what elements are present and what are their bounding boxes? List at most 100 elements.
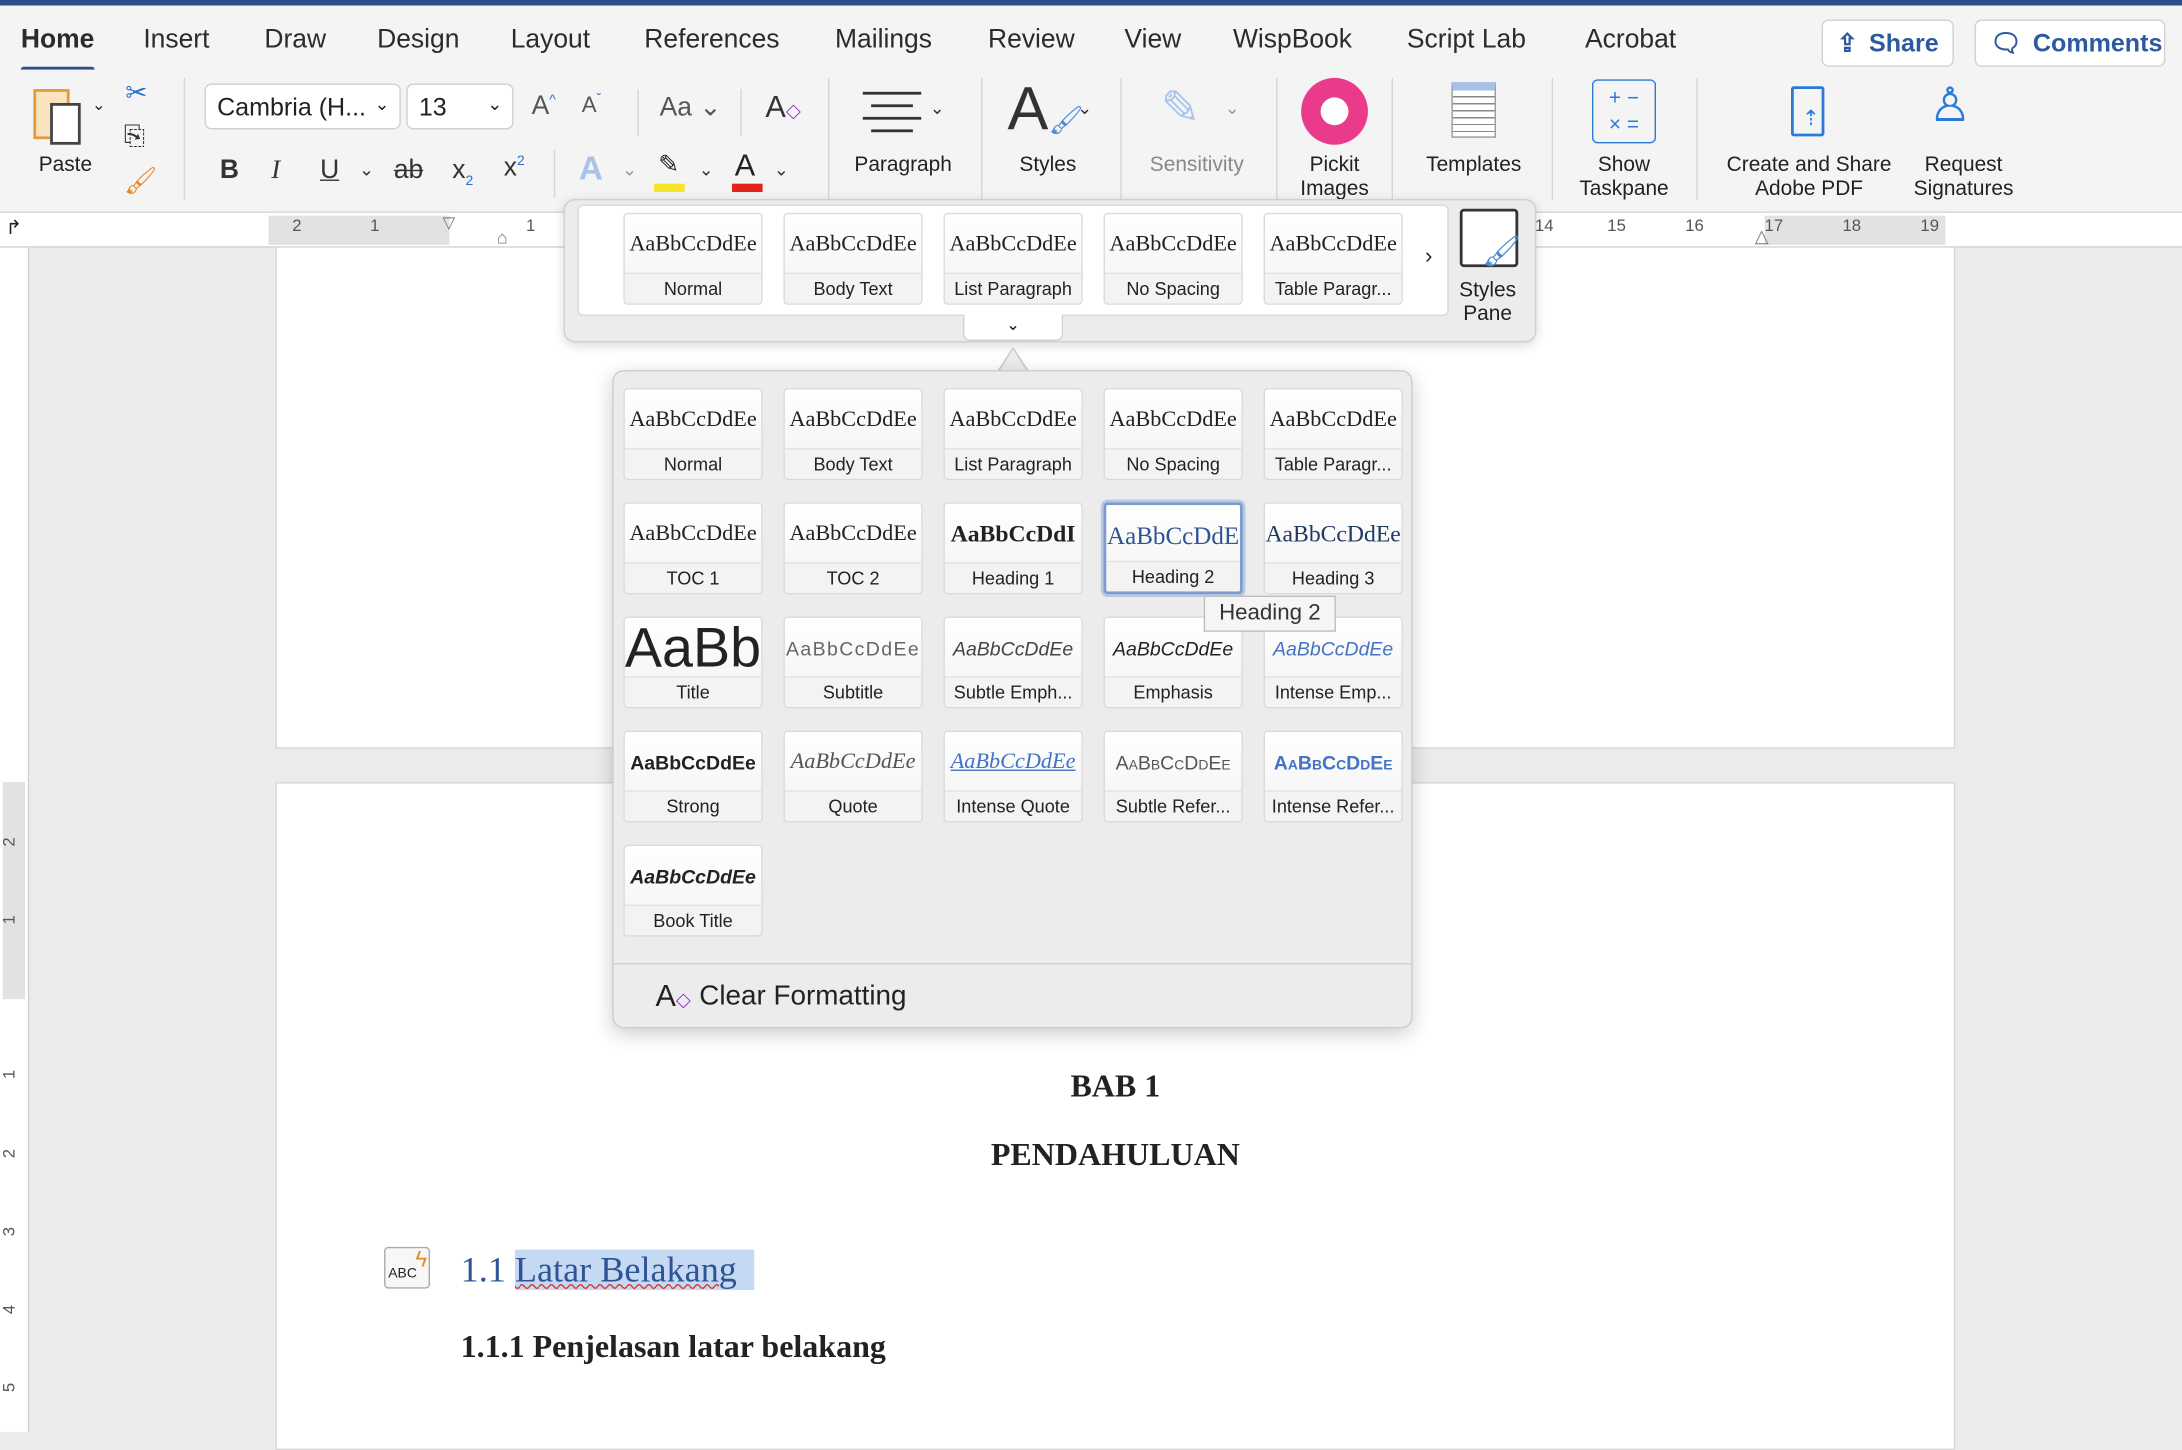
gallery-style-table-paragr[interactable]: AaBbCcDdEe Table Paragr... [1263, 212, 1403, 305]
clear-formatting-button[interactable]: A◇ Clear Formatting [614, 964, 1411, 1028]
style-heading-2[interactable]: AaBbCcDdE Heading 2 [1103, 502, 1243, 595]
pickit-images-button[interactable]: Pickit Images [1280, 153, 1389, 200]
style-heading-3[interactable]: AaBbCcDdEe Heading 3 [1263, 502, 1403, 595]
pdf-share-icon[interactable]: ⇡ [1790, 86, 1825, 137]
style-list-paragraph[interactable]: AaBbCcDdEe List Paragraph [943, 388, 1083, 481]
style-title[interactable]: AaBb Title [623, 616, 763, 709]
clear-formatting-icon[interactable]: A◇ [765, 89, 800, 125]
shrink-font-icon[interactable]: Aˇ [582, 92, 602, 119]
copy-icon[interactable]: ⎘ [124, 122, 145, 153]
style-intense-quote[interactable]: AaBbCcDdEe Intense Quote [943, 730, 1083, 823]
style-body-text[interactable]: AaBbCcDdEe Body Text [783, 388, 923, 481]
styles-button[interactable]: Styles [1002, 153, 1094, 177]
tab-acrobat[interactable]: Acrobat [1585, 25, 1676, 56]
style-name: Body Text [784, 448, 922, 479]
grow-font-icon[interactable]: A^ [532, 92, 556, 123]
style-subtitle[interactable]: AaBbCcDdEe Subtitle [783, 616, 923, 709]
highlight-icon[interactable]: ✎ [651, 150, 687, 193]
gallery-style-no-spacing[interactable]: AaBbCcDdEe No Spacing [1103, 212, 1243, 305]
chevron-down-icon[interactable]: ⌄ [774, 159, 789, 181]
styles-pane-icon[interactable]: 🖌 [1459, 208, 1521, 269]
style-heading-1[interactable]: AaBbCcDdI Heading 1 [943, 502, 1083, 595]
templates-button[interactable]: Templates [1412, 153, 1534, 177]
selected-text[interactable]: Latar Belakang [514, 1249, 754, 1291]
style-toc-1[interactable]: AaBbCcDdEe TOC 1 [623, 502, 763, 595]
chapter-number[interactable]: BAB 1 [277, 1069, 1954, 1105]
styles-icon[interactable]: A🖌 [1008, 75, 1084, 145]
tab-insert[interactable]: Insert [143, 25, 209, 56]
tab-home[interactable]: Home [20, 25, 94, 73]
first-line-indent-marker[interactable]: ▽ [443, 213, 456, 232]
tab-script-lab[interactable]: Script Lab [1407, 25, 1526, 56]
style-book-title[interactable]: AaBbCcDdEe Book Title [623, 844, 763, 937]
left-indent-marker[interactable]: ⌂ [497, 227, 508, 248]
gallery-style-list-paragraph[interactable]: AaBbCcDdEe List Paragraph [943, 212, 1083, 305]
heading-2[interactable]: 1.1 Latar Belakang [461, 1249, 754, 1292]
underline-dropdown-icon[interactable]: ⌄ [359, 159, 374, 181]
style-quote[interactable]: AaBbCcDdEe Quote [783, 730, 923, 823]
style-no-spacing[interactable]: AaBbCcDdEe No Spacing [1103, 388, 1243, 481]
style-subtle-refer[interactable]: AaBbCcDdEe Subtle Refer... [1103, 730, 1243, 823]
comments-button[interactable]: 🗨 Comments [1974, 19, 2166, 67]
text-effects-icon[interactable]: A [579, 150, 603, 189]
style-strong[interactable]: AaBbCcDdEe Strong [623, 730, 763, 823]
chevron-down-icon[interactable]: ⌄ [1077, 97, 1092, 119]
font-name-select[interactable]: Cambria (H... ⌄ [204, 83, 401, 130]
chapter-title[interactable]: PENDAHULUAN [277, 1137, 1954, 1173]
styles-pane-button[interactable]: Styles Pane [1444, 278, 1530, 325]
show-taskpane-button[interactable]: Show Taskpane [1567, 153, 1681, 200]
font-color-icon[interactable]: A [729, 148, 765, 193]
right-indent-marker[interactable]: △ [1755, 225, 1769, 247]
heading-3[interactable]: 1.1.1 Penjelasan latar belakang [461, 1329, 886, 1365]
cut-icon[interactable]: ✂ [125, 78, 147, 110]
paste-button[interactable] [31, 81, 89, 145]
font-size-select[interactable]: 13 ⌄ [406, 83, 514, 130]
style-name: Intense Quote [944, 790, 1082, 822]
request-signatures-button[interactable]: Request Signatures [1904, 153, 2024, 200]
share-button[interactable]: ⇪ Share [1821, 19, 1954, 67]
vertical-ruler[interactable]: 2 1 1 2 3 4 5 [0, 247, 30, 1432]
chevron-down-icon[interactable]: ⌄ [1225, 97, 1240, 119]
chevron-down-icon[interactable]: ⌄ [622, 159, 637, 181]
spelling-check-icon[interactable]: ABC ϟ [384, 1246, 431, 1289]
chevron-right-icon[interactable]: › [1425, 245, 1432, 270]
pickit-icon[interactable] [1301, 77, 1368, 145]
superscript-icon[interactable]: x2 [504, 153, 525, 184]
chevron-down-icon[interactable]: ⌄ [699, 159, 714, 181]
subscript-icon[interactable]: x2 [452, 156, 473, 189]
tab-view[interactable]: View [1124, 25, 1181, 56]
signature-icon[interactable]: ♙ [1929, 78, 1971, 134]
tab-wispbook[interactable]: WispBook [1233, 25, 1352, 56]
calculator-icon[interactable]: + − × = [1591, 79, 1657, 144]
bold-icon[interactable]: B [220, 156, 239, 187]
create-share-pdf-button[interactable]: Create and Share Adobe PDF [1714, 153, 1903, 200]
style-intense-refer[interactable]: AaBbCcDdEe Intense Refer... [1263, 730, 1403, 823]
italic-icon[interactable]: I [271, 156, 280, 187]
change-case-icon[interactable]: Aa ⌄ [660, 92, 722, 124]
style-toc-2[interactable]: AaBbCcDdEe TOC 2 [783, 502, 923, 595]
tab-layout[interactable]: Layout [511, 25, 590, 56]
strikethrough-icon[interactable]: ab [394, 156, 423, 187]
sensitivity-icon[interactable]: ✎ [1161, 81, 1201, 137]
paragraph-icon[interactable] [862, 89, 922, 133]
style-subtle-emph[interactable]: AaBbCcDdEe Subtle Emph... [943, 616, 1083, 709]
style-preview: AaBbCcDdEe [944, 731, 1082, 794]
tab-review[interactable]: Review [988, 25, 1075, 56]
gallery-style-normal[interactable]: AaBbCcDdEe Normal [623, 212, 763, 305]
paste-dropdown-icon[interactable]: ⌄ [92, 95, 106, 114]
gallery-style-body-text[interactable]: AaBbCcDdEe Body Text [783, 212, 923, 305]
paragraph-button[interactable]: Paragraph [842, 153, 964, 177]
format-painter-icon[interactable]: 🖌 [124, 164, 158, 197]
tab-draw[interactable]: Draw [264, 25, 326, 56]
gallery-expand-button[interactable]: ⌄ [962, 314, 1064, 341]
underline-icon[interactable]: U [320, 156, 339, 187]
tab-design[interactable]: Design [377, 25, 459, 56]
tab-references[interactable]: References [644, 25, 779, 56]
style-table-paragr[interactable]: AaBbCcDdEe Table Paragr... [1263, 388, 1403, 481]
templates-icon[interactable] [1451, 82, 1496, 138]
style-preview: AaBbCcDdEe [944, 214, 1082, 276]
tab-mailings[interactable]: Mailings [835, 25, 932, 56]
chevron-down-icon[interactable]: ⌄ [930, 97, 945, 119]
style-normal[interactable]: AaBbCcDdEe Normal [623, 388, 763, 481]
tab-stop-icon[interactable]: ↱ [6, 216, 22, 240]
